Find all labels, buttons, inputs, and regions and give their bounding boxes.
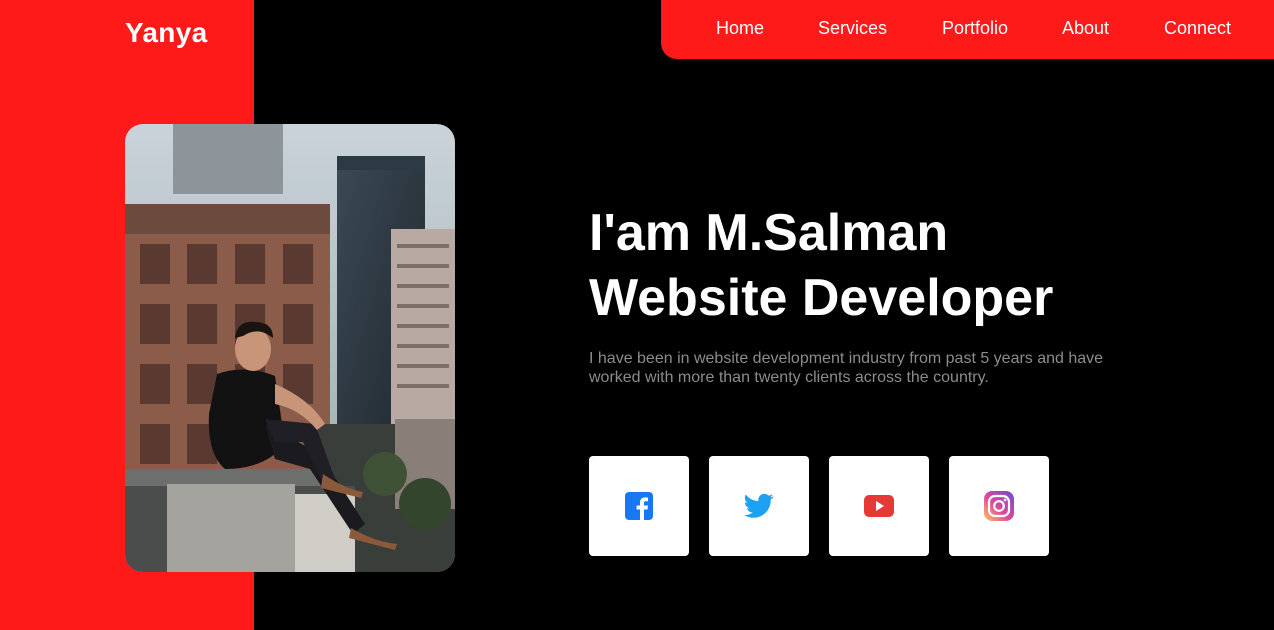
nav-home-link[interactable]: Home — [716, 18, 764, 39]
top-nav: Home Services Portfolio About Connect — [661, 0, 1274, 59]
hero-bio: I have been in website development indus… — [589, 350, 1104, 386]
facebook-button[interactable] — [589, 456, 689, 556]
nav-portfolio-link[interactable]: Portfolio — [942, 18, 1008, 39]
youtube-icon — [864, 495, 894, 517]
twitter-icon — [744, 493, 774, 519]
profile-photo — [125, 124, 455, 572]
instagram-icon — [984, 491, 1014, 521]
page: Yanya Home Services Portfolio About Conn… — [0, 0, 1274, 630]
facebook-icon — [625, 492, 653, 520]
youtube-button[interactable] — [829, 456, 929, 556]
nav-about-link[interactable]: About — [1062, 18, 1109, 39]
twitter-button[interactable] — [709, 456, 809, 556]
hero-name: I'am M.Salman — [589, 204, 949, 262]
hero-role: Website Developer — [589, 269, 1054, 327]
nav-connect-link[interactable]: Connect — [1164, 18, 1231, 39]
instagram-button[interactable] — [949, 456, 1049, 556]
nav-services-link[interactable]: Services — [818, 18, 887, 39]
site-logo[interactable]: Yanya — [125, 17, 207, 49]
